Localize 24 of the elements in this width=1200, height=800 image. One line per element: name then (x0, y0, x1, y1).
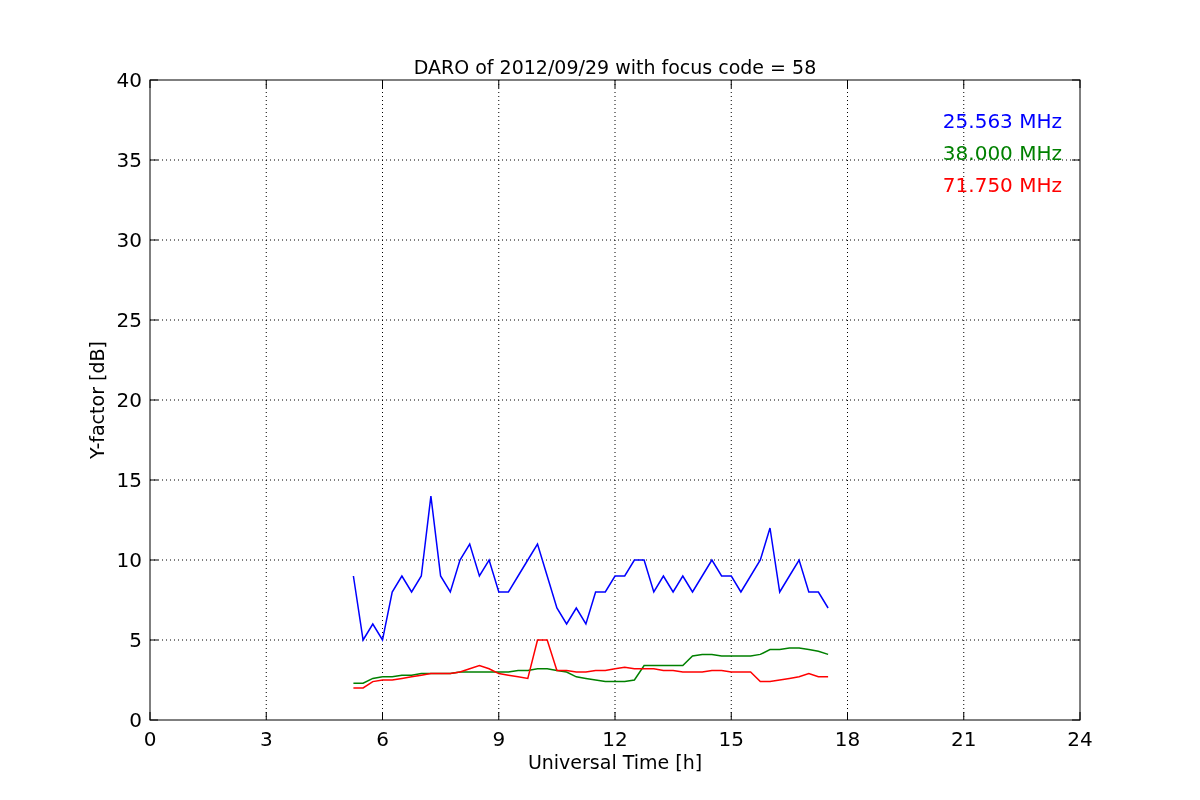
x-tick-label: 24 (1067, 727, 1093, 751)
x-axis-label: Universal Time [h] (527, 751, 703, 773)
y-tick-label: 0 (129, 708, 142, 732)
x-tick-label: 18 (834, 727, 861, 751)
y-axis-label: Y-factor [dB] (86, 341, 108, 459)
y-tick-label: 25 (116, 308, 142, 332)
y-tick-label: 10 (116, 548, 142, 572)
x-tick-label: 12 (602, 727, 628, 751)
y-tick-label: 30 (116, 228, 142, 252)
x-tick-label: 0 (143, 727, 157, 751)
y-tick-label: 40 (116, 68, 142, 92)
y-tick-label: 5 (129, 628, 142, 652)
x-tick-label: 15 (718, 727, 744, 751)
y-tick-label: 20 (116, 388, 142, 412)
y-tick-label: 35 (116, 148, 142, 172)
x-tick-label: 9 (492, 727, 506, 751)
legend-label: 25.563 MHz (942, 109, 1062, 133)
y-tick-label: 15 (116, 468, 142, 492)
chart-title: DARO of 2012/09/29 with focus code = 58 (413, 56, 817, 78)
x-tick-label: 6 (376, 727, 389, 751)
legend-label: 38.000 MHz (942, 141, 1062, 165)
x-tick-label: 3 (259, 727, 273, 751)
legend-label: 71.750 MHz (942, 173, 1062, 197)
x-tick-label: 21 (951, 727, 977, 751)
